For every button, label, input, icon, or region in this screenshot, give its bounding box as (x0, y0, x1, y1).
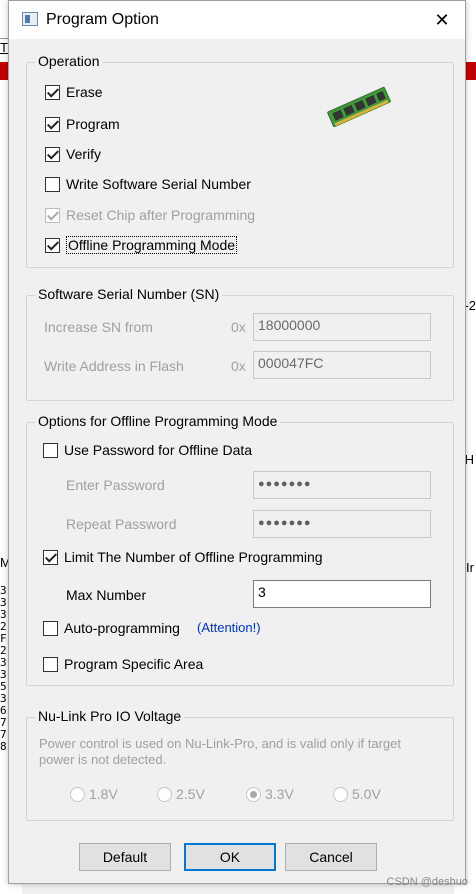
hex-prefix: 0x (231, 358, 246, 374)
checkbox-box[interactable] (43, 549, 58, 565)
background-text: H (464, 452, 474, 467)
watermark: CSDN @deshuo (386, 876, 468, 888)
serial-number-group: Software Serial Number (SN) (26, 286, 454, 401)
auto-programming-label: Auto-programming (64, 620, 180, 636)
checkbox-box (45, 207, 60, 223)
checkbox-box[interactable] (43, 656, 58, 672)
dialog-title: Program Option (46, 11, 159, 28)
voltage-option-label: 1.8V (89, 786, 118, 802)
memory-module-icon (327, 87, 391, 127)
checkbox-box[interactable] (43, 620, 58, 636)
program-specific-area-label: Program Specific Area (64, 656, 204, 672)
offline-legend: Options for Offline Programming Mode (35, 413, 281, 429)
limit-number-label: Limit The Number of Offline Programming (64, 549, 323, 565)
voltage-option-label: 2.5V (176, 786, 205, 802)
attention-link[interactable]: (Attention!) (197, 620, 261, 635)
offline-mode-checkbox[interactable]: Offline Programming Mode (45, 235, 238, 255)
use-password-label: Use Password for Offline Data (64, 442, 253, 458)
use-password-checkbox[interactable]: Use Password for Offline Data (43, 440, 252, 460)
write-serial-label: Write Software Serial Number (66, 176, 251, 192)
write-serial-checkbox[interactable]: Write Software Serial Number (45, 174, 251, 194)
voltage-option-3-3v: 3.3V (246, 784, 294, 804)
voltage-option-label: 5.0V (352, 786, 381, 802)
ok-button[interactable]: OK (184, 843, 276, 871)
program-label: Program (66, 116, 120, 132)
max-number-label: Max Number (66, 587, 147, 603)
voltage-legend: Nu-Link Pro IO Voltage (35, 708, 185, 724)
title-bar[interactable]: Program Option ✕ (9, 1, 465, 39)
radio-button (246, 786, 261, 802)
erase-checkbox[interactable]: Erase (45, 82, 103, 102)
serial-legend: Software Serial Number (SN) (35, 286, 223, 302)
window-icon (22, 12, 38, 26)
voltage-option-label: 3.3V (265, 786, 294, 802)
checkbox-box[interactable] (45, 116, 60, 132)
max-number-input[interactable]: 3 (253, 580, 431, 608)
background-text: T (0, 40, 8, 55)
erase-label: Erase (66, 84, 103, 100)
cancel-button[interactable]: Cancel (285, 843, 377, 871)
voltage-group: Nu-Link Pro IO Voltage (26, 708, 454, 821)
radio-button (157, 786, 172, 802)
voltage-description: Power control is used on Nu-Link-Pro, an… (39, 736, 402, 767)
verify-label: Verify (66, 146, 102, 162)
radio-button (333, 786, 348, 802)
reset-chip-label: Reset Chip after Programming (66, 207, 256, 223)
operation-legend: Operation (35, 53, 103, 69)
reset-chip-checkbox: Reset Chip after Programming (45, 205, 255, 225)
repeat-password-input: ●●●●●●● (253, 510, 431, 538)
program-specific-area-checkbox[interactable]: Program Specific Area (43, 654, 203, 674)
limit-number-checkbox[interactable]: Limit The Number of Offline Programming (43, 547, 323, 567)
checkbox-box[interactable] (45, 84, 60, 100)
enter-password-label: Enter Password (66, 477, 165, 493)
checkbox-box[interactable] (45, 237, 60, 253)
write-address-label: Write Address in Flash (44, 358, 184, 374)
voltage-option-5-0v: 5.0V (333, 784, 381, 804)
increase-sn-input: 18000000 (253, 313, 431, 341)
auto-programming-checkbox[interactable]: Auto-programming (43, 618, 180, 638)
enter-password-input: ●●●●●●● (253, 471, 431, 499)
checkbox-box[interactable] (45, 146, 60, 162)
close-button[interactable]: ✕ (427, 5, 457, 35)
write-address-input: 000047FC (253, 351, 431, 379)
program-option-dialog: Program Option ✕ Operation Erase Program… (8, 0, 466, 884)
voltage-option-2-5v: 2.5V (157, 784, 205, 804)
program-checkbox[interactable]: Program (45, 114, 120, 134)
voltage-option-1-8v: 1.8V (70, 784, 118, 804)
radio-button (70, 786, 85, 802)
offline-mode-label: Offline Programming Mode (66, 236, 238, 254)
increase-sn-label: Increase SN from (44, 319, 153, 335)
background-text: -2 (464, 298, 476, 313)
repeat-password-label: Repeat Password (66, 516, 177, 532)
background-text: Ir (466, 560, 474, 575)
checkbox-box[interactable] (43, 442, 58, 458)
checkbox-box[interactable] (45, 176, 60, 192)
hex-prefix: 0x (231, 319, 246, 335)
default-button[interactable]: Default (79, 843, 171, 871)
verify-checkbox[interactable]: Verify (45, 144, 101, 164)
